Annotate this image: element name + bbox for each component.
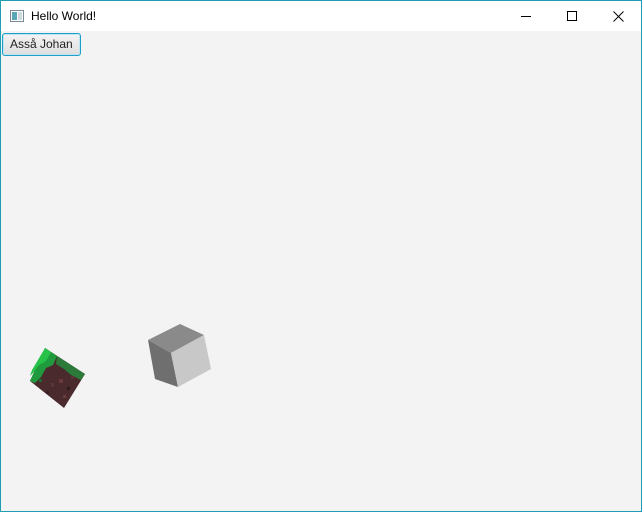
scene-area[interactable]: Asså Johan <box>1 31 641 511</box>
maximize-icon <box>567 11 577 21</box>
close-button[interactable] <box>595 1 641 31</box>
grass-dirt-cube <box>30 348 85 408</box>
close-icon <box>612 10 624 22</box>
maximize-button[interactable] <box>549 1 595 31</box>
window-title: Hello World! <box>31 9 97 23</box>
java-app-icon <box>10 9 24 22</box>
scene-canvas <box>30 324 211 408</box>
minimize-icon <box>521 11 531 21</box>
minimize-button[interactable] <box>503 1 549 31</box>
app-window: Hello World! Asså Johan <box>0 0 642 512</box>
title-bar[interactable]: Hello World! <box>1 1 641 31</box>
gray-cube <box>148 324 211 387</box>
